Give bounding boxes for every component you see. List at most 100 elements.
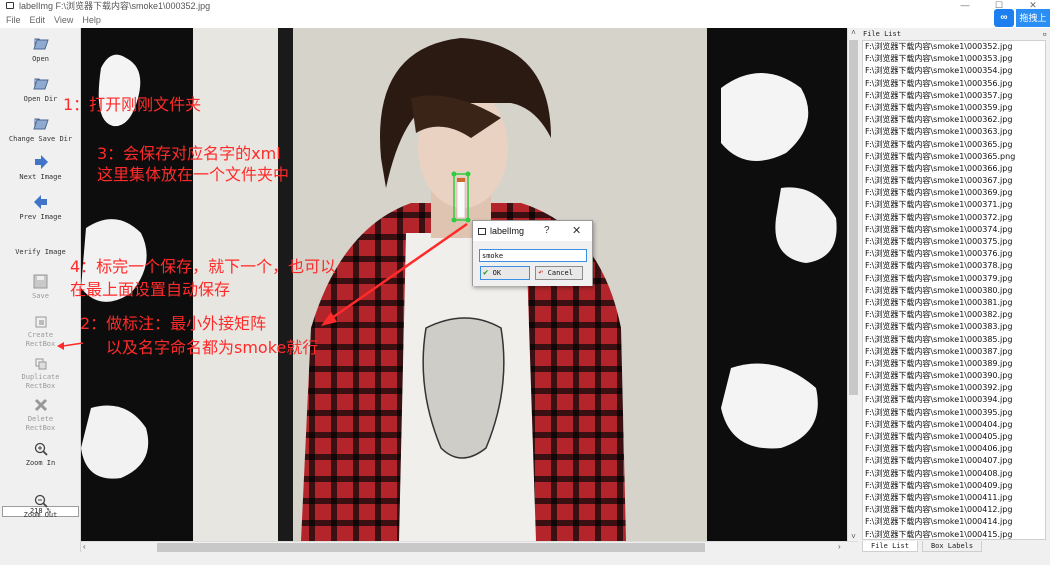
open-button[interactable]: Open [0,36,81,64]
menu-help[interactable]: Help [82,15,101,25]
file-list-item[interactable]: F:\浏览器下载内容\smoke1\000378.jpg [863,260,1045,272]
file-list-item[interactable]: F:\浏览器下载内容\smoke1\000414.jpg [863,516,1045,528]
dock-title: File List [863,30,901,38]
label-input[interactable] [479,249,587,262]
file-list-item[interactable]: F:\浏览器下载内容\smoke1\000365.png [863,151,1045,163]
tab-file-list[interactable]: File List [862,541,918,552]
dock-tabs: File List Box Labels [858,541,1050,552]
file-list-item[interactable]: F:\浏览器下载内容\smoke1\000379.jpg [863,273,1045,285]
change-save-dir-button[interactable]: Change Save Dir [0,116,81,144]
file-list-item[interactable]: F:\浏览器下载内容\smoke1\000362.jpg [863,114,1045,126]
tab-box-labels[interactable]: Box Labels [921,541,983,552]
zoom-in-button[interactable]: Zoom In [0,442,81,468]
file-list[interactable]: F:\浏览器下载内容\smoke1\000352.jpg F:\浏览器下载内容\s… [862,40,1046,540]
annotation-step-4-line1: 4：标完一个保存，就下一个，也可以 [70,257,337,276]
file-list-item[interactable]: F:\浏览器下载内容\smoke1\000411.jpg [863,492,1045,504]
labelimg-window: labelImg F:\浏览器下载内容\smoke1\000352.jpg — … [0,0,1050,565]
ok-button[interactable]: ✔ OK [480,266,530,280]
file-list-item[interactable]: F:\浏览器下载内容\smoke1\000356.jpg [863,78,1045,90]
file-list-item[interactable]: F:\浏览器下载内容\smoke1\000369.jpg [863,187,1045,199]
annotation-step-3-line1: 3：会保存对应名字的xml [97,144,281,163]
file-list-item[interactable]: F:\浏览器下载内容\smoke1\000367.jpg [863,175,1045,187]
file-list-item[interactable]: F:\浏览器下载内容\smoke1\000394.jpg [863,394,1045,406]
file-list-item[interactable]: F:\浏览器下载内容\smoke1\000363.jpg [863,126,1045,138]
save-button[interactable]: Save [0,274,81,301]
scrollbar-thumb[interactable] [157,543,705,552]
file-list-item[interactable]: F:\浏览器下载内容\smoke1\000407.jpg [863,455,1045,467]
checkmark-icon: ✔ [483,268,489,278]
zoom-out-button[interactable]: Zoom Out [0,494,81,520]
file-list-item[interactable]: F:\浏览器下载内容\smoke1\000381.jpg [863,297,1045,309]
menu-edit[interactable]: Edit [30,15,46,25]
float-dock-icon[interactable]: ▫ [1043,28,1047,40]
delete-x-icon [34,398,47,412]
duplicate-rectbox-button[interactable]: Duplicate RectBox [0,358,81,391]
scroll-right-icon[interactable]: › [838,542,841,552]
verify-image-button[interactable]: Verify Image [0,248,81,257]
file-list-item[interactable]: F:\浏览器下载内容\smoke1\000365.jpg [863,139,1045,151]
file-list-item[interactable]: F:\浏览器下载内容\smoke1\000409.jpg [863,480,1045,492]
duplicate-icon [35,358,46,370]
vertical-scrollbar[interactable]: ˄ ˅ [847,28,858,541]
file-list-item[interactable]: F:\浏览器下载内容\smoke1\000382.jpg [863,309,1045,321]
folder-icon [32,38,49,50]
file-list-item[interactable]: F:\浏览器下载内容\smoke1\000376.jpg [863,248,1045,260]
annotation-arrow-left [57,342,84,350]
horizontal-scrollbar[interactable]: ‹ › [81,541,858,552]
file-list-item[interactable]: F:\浏览器下载内容\smoke1\000408.jpg [863,468,1045,480]
file-list-item[interactable]: F:\浏览器下载内容\smoke1\000405.jpg [863,431,1045,443]
zoom-in-icon [34,442,48,456]
baidu-netdisk-widget[interactable]: ∞ 拖拽上 [994,9,1050,27]
file-list-item[interactable]: F:\浏览器下载内容\smoke1\000354.jpg [863,65,1045,77]
prev-image-button[interactable]: Prev Image [0,194,81,222]
file-list-item[interactable]: F:\浏览器下载内容\smoke1\000412.jpg [863,504,1045,516]
scroll-left-icon[interactable]: ‹ [83,542,86,552]
scrollbar-thumb[interactable] [849,40,858,395]
next-image-button[interactable]: Next Image [0,154,81,182]
file-list-item[interactable]: F:\浏览器下载内容\smoke1\000372.jpg [863,212,1045,224]
cancel-button[interactable]: ↶ Cancel [535,266,583,280]
file-list-item[interactable]: F:\浏览器下载内容\smoke1\000359.jpg [863,102,1045,114]
floppy-disk-icon [33,274,48,289]
file-list-item[interactable]: F:\浏览器下载内容\smoke1\000380.jpg [863,285,1045,297]
title-bar: labelImg F:\浏览器下载内容\smoke1\000352.jpg — … [0,0,1050,11]
file-list-item[interactable]: F:\浏览器下载内容\smoke1\000395.jpg [863,407,1045,419]
file-list-item[interactable]: F:\浏览器下载内容\smoke1\000352.jpg [863,41,1045,53]
annotation-step-1: 1：打开刚刚文件夹 [63,95,202,114]
rectbox-icon [35,316,46,328]
file-list-item[interactable]: F:\浏览器下载内容\smoke1\000357.jpg [863,90,1045,102]
baidu-upload-label: 拖拽上 [1016,9,1050,27]
dialog-body: ✔ OK ↶ Cancel [473,241,592,286]
file-list-item[interactable]: F:\浏览器下载内容\smoke1\000390.jpg [863,370,1045,382]
dialog-title: labelImg [490,226,525,236]
menu-file[interactable]: File [6,15,21,25]
file-list-item[interactable]: F:\浏览器下载内容\smoke1\000366.jpg [863,163,1045,175]
annotation-step-2-line1: 2：做标注：最小外接矩阵 [80,314,267,333]
file-list-item[interactable]: F:\浏览器下载内容\smoke1\000415.jpg [863,529,1045,540]
file-list-item[interactable]: F:\浏览器下载内容\smoke1\000406.jpg [863,443,1045,455]
minimize-button[interactable]: — [948,0,982,11]
annotation-step-4-line2: 在最上面设置自动保存 [70,280,231,299]
menu-bar: File Edit View Help [0,11,1050,28]
app-icon [478,227,486,235]
file-list-item[interactable]: F:\浏览器下载内容\smoke1\000392.jpg [863,382,1045,394]
file-list-item[interactable]: F:\浏览器下载内容\smoke1\000371.jpg [863,199,1045,211]
menu-view[interactable]: View [54,15,73,25]
cancel-icon: ↶ [538,268,544,278]
file-list-item[interactable]: F:\浏览器下载内容\smoke1\000374.jpg [863,224,1045,236]
file-list-item[interactable]: F:\浏览器下载内容\smoke1\000375.jpg [863,236,1045,248]
file-list-item[interactable]: F:\浏览器下载内容\smoke1\000404.jpg [863,419,1045,431]
dialog-close-button[interactable]: ✕ [572,224,581,237]
file-list-item[interactable]: F:\浏览器下载内容\smoke1\000385.jpg [863,334,1045,346]
file-list-item[interactable]: F:\浏览器下载内容\smoke1\000353.jpg [863,53,1045,65]
label-dialog: labelImg ? ✕ ✔ OK ↶ Cancel [472,220,593,286]
cloud-icon: ∞ [994,9,1014,27]
file-list-item[interactable]: F:\浏览器下载内容\smoke1\000383.jpg [863,321,1045,333]
file-list-item[interactable]: F:\浏览器下载内容\smoke1\000387.jpg [863,346,1045,358]
file-list-item[interactable]: F:\浏览器下载内容\smoke1\000389.jpg [863,358,1045,370]
dialog-help-button[interactable]: ? [544,225,550,236]
delete-rectbox-button[interactable]: Delete RectBox [0,398,81,433]
arrow-right-icon [34,155,48,169]
zoom-out-icon [34,494,48,508]
dock-header: File List ▫ [858,28,1050,40]
